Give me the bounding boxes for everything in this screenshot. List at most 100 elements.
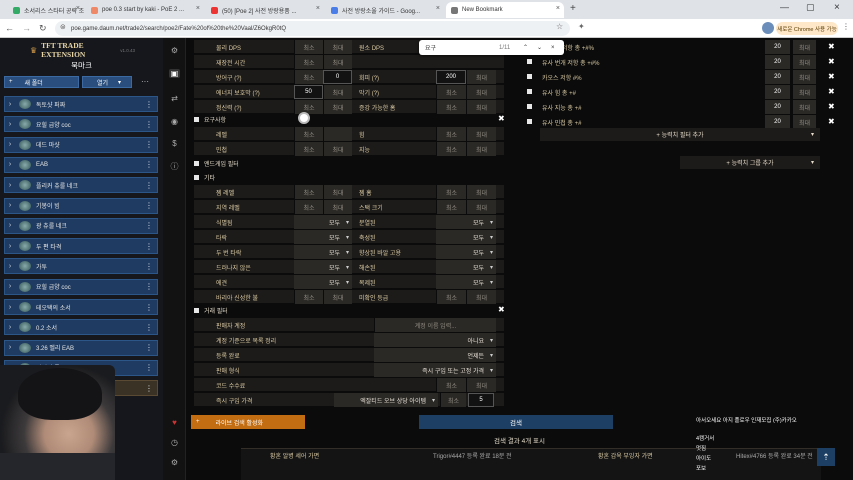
max-input[interactable]: 최대	[466, 127, 496, 141]
filter-dropdown[interactable]: 모두	[294, 260, 352, 274]
close-icon[interactable]: ✖	[828, 42, 835, 51]
url-field[interactable]: ⊜ poe.game.daum.net/trade2/search/poe2/F…	[55, 21, 570, 36]
info-icon[interactable]: ⓘ	[169, 161, 180, 172]
min-input[interactable]: 최소	[436, 378, 466, 392]
close-icon[interactable]: ×	[76, 5, 80, 12]
profile-badge[interactable]: 새로운 Chrome 사용 가능	[776, 22, 838, 35]
max-input[interactable]: 최대	[466, 185, 496, 199]
add-stat-group-button[interactable]: + 능력치 그룹 추가 ▾	[680, 156, 820, 169]
filter-dropdown[interactable]: 모두	[436, 245, 496, 259]
close-icon[interactable]: ✖	[828, 87, 835, 96]
sidebar-bookmark-item[interactable]: › 요힐 급양 coc ⋮	[4, 116, 158, 133]
more-icon[interactable]: ⋮	[145, 221, 153, 230]
maximize-icon[interactable]: ▢	[806, 2, 815, 13]
more-icon[interactable]: ⋮	[145, 343, 153, 352]
max-input[interactable]: 최대	[323, 200, 352, 214]
min-input[interactable]: 20	[764, 70, 790, 84]
filter-dropdown[interactable]: 아니요	[374, 333, 496, 347]
min-input[interactable]: 최소	[294, 200, 323, 214]
filter-dropdown[interactable]: 즉시 구입 또는 고정 가격	[374, 363, 496, 377]
toggle-checkbox[interactable]	[527, 74, 532, 79]
toggle-checkbox[interactable]	[527, 119, 532, 124]
more-icon[interactable]: ⋮	[145, 303, 153, 312]
trade-filter-section[interactable]: 거래 필터	[194, 304, 504, 317]
more-icon[interactable]: ⋮	[145, 120, 153, 129]
sidebar-bookmark-item[interactable]: › EAB ⋮	[4, 156, 158, 173]
close-icon[interactable]: ×	[196, 5, 200, 12]
toggle-checkbox[interactable]	[194, 161, 199, 166]
max-price-input[interactable]: 5	[468, 393, 494, 407]
menu-icon[interactable]: ⋮	[842, 22, 850, 31]
star-icon[interactable]: ☆	[556, 22, 563, 31]
close-icon[interactable]: ✖	[498, 114, 505, 123]
min-input[interactable]: 최소	[436, 127, 466, 141]
min-input[interactable]: 최소	[436, 100, 466, 114]
min-input[interactable]: 최소	[294, 127, 323, 141]
min-input[interactable]: 최소	[436, 200, 466, 214]
filter-dropdown[interactable]: 모두	[436, 275, 496, 289]
close-window-icon[interactable]: ×	[834, 2, 840, 13]
max-input[interactable]: 최대	[466, 142, 496, 156]
min-input[interactable]: 최소	[436, 185, 466, 199]
open-button[interactable]: 열기 ▾	[82, 76, 132, 88]
more-icon[interactable]: ⋮	[145, 201, 153, 210]
browser-tab-3[interactable]: (50) [Poe 2] 사전 방랑용품 ... ×	[206, 2, 324, 18]
scroll-top-button[interactable]: ⇡	[817, 448, 835, 466]
minimize-icon[interactable]: —	[780, 2, 789, 12]
toggle-checkbox[interactable]	[194, 308, 199, 313]
endgame-filter-section[interactable]: 엔드게임 필터	[194, 157, 504, 170]
reload-icon[interactable]: ↻	[39, 23, 47, 34]
search-button[interactable]: 검색	[419, 415, 613, 429]
more-icon[interactable]: ⋮	[145, 242, 153, 251]
max-input[interactable]: 최대	[323, 100, 352, 114]
min-input[interactable]: 최소	[294, 40, 323, 54]
min-input[interactable]: 20	[764, 115, 790, 129]
min-input[interactable]: 20	[764, 85, 790, 99]
min-input[interactable]: 20	[764, 100, 790, 114]
max-input[interactable]: 최대	[792, 85, 816, 99]
close-icon[interactable]: ×	[551, 45, 555, 51]
browser-tab-2[interactable]: poe 0.3 start by kaki - PoE 2 ... ×	[86, 2, 204, 18]
toggle-checkbox[interactable]	[194, 175, 199, 180]
max-input[interactable]: 0	[323, 70, 352, 84]
max-input[interactable]: 최대	[466, 85, 496, 99]
min-input[interactable]: 20	[764, 55, 790, 69]
swap-icon[interactable]: ⇄	[169, 94, 180, 103]
max-input[interactable]: 최대	[323, 55, 352, 69]
max-input[interactable]: 최대	[792, 115, 816, 129]
account-name-input[interactable]: 계정 이름 입력...	[374, 318, 496, 332]
filter-dropdown[interactable]: 모두	[436, 230, 496, 244]
max-input[interactable]: 최대	[323, 40, 352, 54]
settings-icon[interactable]: ⚙	[169, 458, 180, 467]
filter-dropdown[interactable]: 모두	[294, 245, 352, 259]
max-input[interactable]: 최대	[323, 142, 352, 156]
misc-section[interactable]: 기타	[194, 171, 504, 184]
close-icon[interactable]: ✖	[828, 57, 835, 66]
new-tab-icon[interactable]: +	[570, 3, 576, 14]
sidebar-bookmark-item[interactable]: › 기봉이 빔 ⋮	[4, 197, 158, 214]
sidebar-bookmark-item[interactable]: › 광 츄룰 네크 ⋮	[4, 217, 158, 234]
min-input[interactable]: 최소	[294, 185, 323, 199]
sidebar-bookmark-item[interactable]: › 플리커 츄룰 네크 ⋮	[4, 177, 158, 194]
currency-dropdown[interactable]: 엑잘티드 오브 상당 아이템	[334, 393, 438, 407]
max-input[interactable]: 최대	[323, 290, 352, 304]
sidebar-bookmark-item[interactable]: › 데드 마샷 ⋮	[4, 136, 158, 153]
more-icon[interactable]: ⋮	[145, 100, 153, 109]
heart-icon[interactable]: ♥	[169, 418, 180, 427]
max-input[interactable]: 최대	[323, 185, 352, 199]
filter-dropdown[interactable]: 모두	[294, 230, 352, 244]
find-input[interactable]: 요구	[425, 43, 499, 52]
chevron-up-icon[interactable]: ⌃	[523, 44, 537, 51]
max-input[interactable]: 최대	[792, 55, 816, 69]
browser-tab-1[interactable]: 소서리스 스타터 공략 조반만 ...×	[8, 2, 84, 18]
min-input[interactable]: 최소	[436, 85, 466, 99]
min-input[interactable]: 20	[764, 40, 790, 54]
extension-icon[interactable]: ✦	[578, 22, 585, 31]
max-input[interactable]: 최대	[466, 100, 496, 114]
toggle-checkbox[interactable]	[527, 59, 532, 64]
sidebar-bookmark-item[interactable]: › 3.26 벨리 EAB ⋮	[4, 339, 158, 356]
sidebar-bookmark-item[interactable]: › 두 편 타격 ⋮	[4, 238, 158, 255]
filter-dropdown[interactable]: 언제든	[374, 348, 496, 362]
history-icon[interactable]: ◷	[169, 438, 180, 447]
browser-tab-4[interactable]: 사전 방랑소울 가이드 - Goog... ×	[326, 2, 444, 18]
